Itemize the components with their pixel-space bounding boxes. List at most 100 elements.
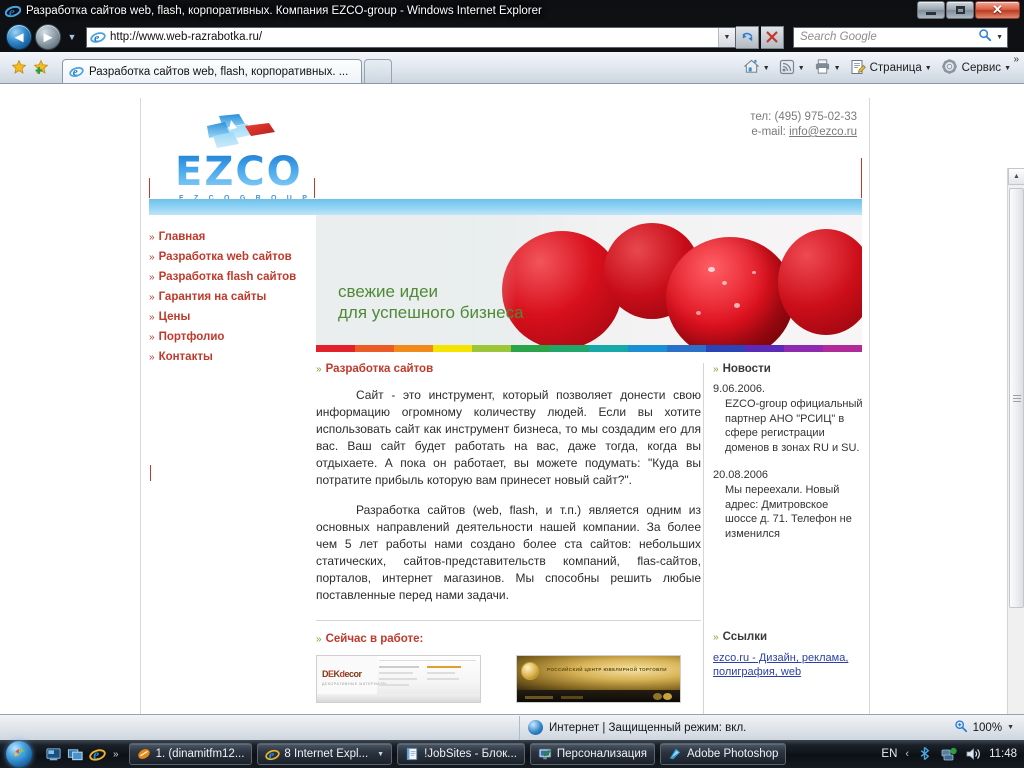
content-heading: » Разработка сайтов <box>316 363 701 375</box>
command-bar-overflow[interactable]: » <box>1013 54 1019 65</box>
sidebar-link[interactable]: ezco.ru - Дизайн, реклама, полиграфия, w… <box>713 651 863 679</box>
address-input[interactable]: http://www.web-razrabotka.ru/ <box>110 31 262 43</box>
chevron-down-icon[interactable]: ▼ <box>925 65 932 72</box>
show-desktop-icon[interactable] <box>45 746 62 763</box>
internet-explorer-icon[interactable]: e <box>89 746 106 763</box>
content-separator <box>316 620 701 621</box>
star-icon[interactable] <box>8 54 30 80</box>
history-dropdown-caret[interactable]: ▼ <box>64 32 80 42</box>
navigation-bar: ◄ ► ▼ e http://www.web-razrabotka.ru/ ▼ <box>0 22 1024 52</box>
windows-logo-icon <box>6 741 32 767</box>
zoom-control[interactable]: 100% ▼ <box>954 719 1024 736</box>
search-input[interactable]: Search Google <box>800 31 877 43</box>
sidebar-item-label: Контакты <box>158 351 213 363</box>
chevron-down-icon[interactable]: ▼ <box>377 751 384 758</box>
window-title: Разработка сайтов web, flash, корпоратив… <box>26 5 542 17</box>
scrollbar-thumb[interactable] <box>1009 188 1024 608</box>
chevron-right-icon: » <box>149 272 154 283</box>
taskbar-button-notepad[interactable]: !JobSites - Блок... <box>397 743 525 765</box>
maximize-button[interactable] <box>946 1 974 19</box>
sidebar-item-garantiya[interactable]: » Гарантия на сайты <box>149 291 314 303</box>
stripe-segment <box>784 345 823 352</box>
site-logo[interactable]: EZCO E Z C O G R O U P <box>173 112 323 202</box>
tools-menu-label: Сервис <box>961 62 1002 74</box>
work-heading: » Сейчас в работе: <box>316 633 423 645</box>
taskbar-button-winamp[interactable]: 1. (dinamitfm12... <box>128 743 253 765</box>
color-stripe <box>316 345 862 352</box>
taskbar-button-personalization[interactable]: Персонализация <box>529 743 656 765</box>
home-button[interactable]: ▼ <box>741 55 777 81</box>
contact-email-link[interactable]: info@ezco.ru <box>789 126 857 138</box>
sidebar-item-portfolio[interactable]: » Портфолио <box>149 331 314 343</box>
chevron-down-icon[interactable]: ▼ <box>1004 65 1011 72</box>
magnifier-icon[interactable] <box>978 28 992 47</box>
chevron-down-icon[interactable]: ▼ <box>834 65 841 72</box>
chevron-right-icon: » <box>149 232 154 243</box>
banner-slogan-line2: для успешного бизнеса <box>338 303 524 322</box>
minimize-button[interactable] <box>917 1 945 19</box>
stripe-segment <box>706 345 745 352</box>
close-button[interactable]: ✕ <box>975 1 1020 19</box>
scroll-up-button[interactable]: ▲ <box>1008 168 1024 185</box>
notepad-icon <box>405 747 419 761</box>
print-button[interactable]: ▼ <box>812 55 848 81</box>
add-star-icon[interactable] <box>30 54 52 80</box>
sidebar-item-label: Разработка web сайтов <box>158 251 292 263</box>
search-dropdown-caret[interactable]: ▼ <box>996 34 1003 41</box>
quicklaunch-overflow[interactable]: » <box>113 749 119 760</box>
sidebar-item-tseny[interactable]: » Цены <box>149 311 314 323</box>
show-hidden-icons-button[interactable]: ‹ <box>905 748 909 760</box>
sidebar-item-glavnaya[interactable]: » Главная <box>149 231 314 243</box>
browser-tab[interactable]: e Разработка сайтов web, flash, корпорат… <box>62 59 362 83</box>
feeds-button[interactable]: ▼ <box>777 55 812 81</box>
header-rule-left <box>149 178 150 198</box>
forward-button[interactable]: ► <box>35 24 61 50</box>
thumbnail-dekdecor[interactable]: DEKdecor ДЕКОРАТИВНЫЕ МАТЕРИАЛЫ <box>316 655 481 703</box>
chevron-down-icon[interactable]: ▼ <box>1007 724 1014 731</box>
address-bar[interactable]: e http://www.web-razrabotka.ru/ ▼ <box>86 26 736 48</box>
switch-windows-icon[interactable] <box>67 746 84 763</box>
volume-icon[interactable] <box>965 746 981 762</box>
page-menu[interactable]: Страница ▼ <box>848 55 939 81</box>
sidebar-item-label: Главная <box>158 231 206 243</box>
sidebar-item-kontakty[interactable]: » Контакты <box>149 351 314 363</box>
refresh-icon[interactable] <box>736 25 759 49</box>
site-container: EZCO E Z C O G R O U P тел: (495) 975-02… <box>140 98 870 714</box>
stop-icon[interactable] <box>761 25 784 49</box>
chevron-right-icon: » <box>149 312 154 323</box>
start-button[interactable] <box>1 740 37 768</box>
security-zone[interactable]: Интернет | Защищенный режим: вкл. <box>520 720 746 735</box>
status-bar: Интернет | Защищенный режим: вкл. 100% ▼ <box>0 714 1024 740</box>
page-scrollbar-vertical[interactable]: ▲ ▼ <box>1007 168 1024 714</box>
taskbar-clock[interactable]: 11:48 <box>989 748 1017 760</box>
tab-bar: e Разработка сайтов web, flash, корпорат… <box>0 52 1024 84</box>
language-indicator[interactable]: EN <box>881 748 897 760</box>
news-heading-label: Новости <box>722 363 771 375</box>
new-tab-button[interactable] <box>364 59 392 83</box>
address-dropdown-caret[interactable]: ▼ <box>718 27 735 47</box>
stripe-segment <box>745 345 784 352</box>
internet-explorer-icon: e <box>69 64 84 79</box>
chevron-right-icon: » <box>149 332 154 343</box>
browser-window: e Разработка сайтов web, flash, корпорат… <box>0 0 1024 740</box>
taskbar-button-internet-explorer[interactable]: e 8 Internet Expl... ▼ <box>257 743 393 765</box>
column-divider <box>703 363 704 714</box>
quick-launch: e » <box>45 746 119 763</box>
title-bar: e Разработка сайтов web, flash, корпорат… <box>0 0 1024 22</box>
sidebar-item-web[interactable]: » Разработка web сайтов <box>149 251 314 263</box>
back-button[interactable]: ◄ <box>6 24 32 50</box>
tools-menu[interactable]: Сервис ▼ <box>939 55 1018 81</box>
news-item: 9.06.2006. EZCO-group официальный партне… <box>713 383 863 455</box>
search-box[interactable]: Search Google ▼ <box>793 26 1008 48</box>
chevron-down-icon[interactable]: ▼ <box>798 65 805 72</box>
thumbnail-gold-site[interactable]: РОССИЙСКИЙ ЦЕНТР ЮВЕЛИРНОЙ ТОРГОВЛИ <box>516 655 681 703</box>
bluetooth-icon[interactable] <box>917 746 933 762</box>
content-paragraph: Сайт - это инструмент, который позволяет… <box>316 388 701 487</box>
links-heading-label: Ссылки <box>722 631 768 643</box>
news-heading: » Новости <box>713 363 863 375</box>
network-icon[interactable] <box>941 746 957 762</box>
stripe-segment <box>433 345 472 352</box>
taskbar-button-photoshop[interactable]: Adobe Photoshop <box>660 743 787 765</box>
sidebar-item-flash[interactable]: » Разработка flash сайтов <box>149 271 314 283</box>
chevron-down-icon[interactable]: ▼ <box>763 65 770 72</box>
